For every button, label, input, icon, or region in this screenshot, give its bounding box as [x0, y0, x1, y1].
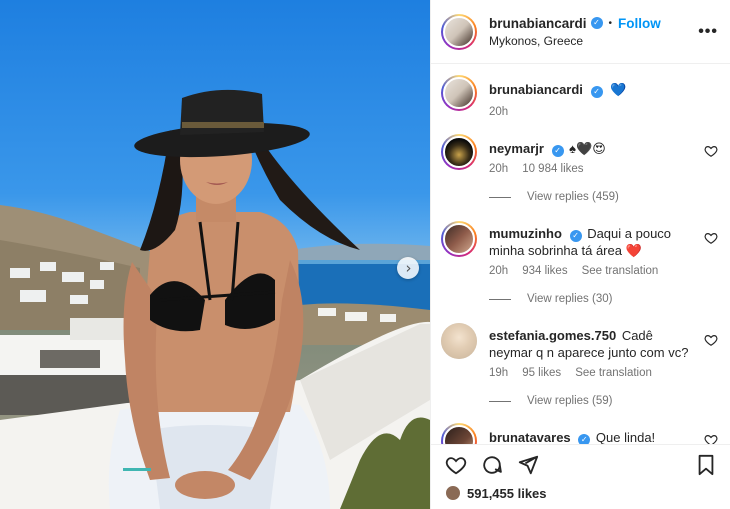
separator-dot: • — [608, 17, 613, 29]
verified-badge-icon: ✓ — [578, 434, 591, 444]
photo-illustration — [0, 89, 430, 509]
chevron-right-icon: › — [405, 258, 412, 277]
comment-item: brunatavares ✓ Que linda! — [441, 423, 720, 444]
like-comment-heart-icon[interactable] — [704, 144, 718, 158]
post-header: brunabiancardi ✓ • Follow Mykonos, Greec… — [431, 0, 730, 64]
save-bookmark-icon[interactable] — [696, 454, 716, 476]
comment-item: neymarjr ✓ ♠🖤😍 20h 10 984 likes — [441, 134, 720, 175]
comment-item: estefania.gomes.750 Cadê neymar q n apar… — [441, 323, 720, 379]
view-replies-button[interactable]: View replies (59) — [489, 395, 720, 407]
post-actions: 591,455 likes — [431, 444, 730, 509]
caption-text: 💙 — [610, 82, 627, 97]
verified-badge-icon: ✓ — [569, 230, 582, 242]
comment-likes[interactable]: 95 likes — [522, 367, 561, 379]
comment-text: Que linda! — [595, 430, 656, 444]
comment-username[interactable]: mumuzinho — [489, 226, 562, 241]
share-paper-plane-icon[interactable] — [517, 454, 539, 476]
caption-time[interactable]: 20h — [489, 106, 508, 118]
see-translation-link[interactable]: See translation — [582, 265, 659, 277]
comments-list[interactable]: brunabiancardi ✓ 💙 20h neymarjr ✓ ♠🖤😍 20… — [431, 65, 730, 444]
view-replies-button[interactable]: View replies (30) — [489, 293, 720, 305]
comment-item: mumuzinho ✓ Daqui a pouco minha sobrinha… — [441, 221, 720, 277]
comment-username[interactable]: neymarjr — [489, 141, 544, 156]
post-side-panel: brunabiancardi ✓ • Follow Mykonos, Greec… — [430, 0, 730, 509]
comment-username[interactable]: estefania.gomes.750 — [489, 328, 616, 343]
verified-badge-icon: ✓ — [590, 17, 603, 29]
post-location[interactable]: Mykonos, Greece — [489, 34, 698, 48]
comment-time[interactable]: 19h — [489, 367, 508, 379]
comment-text: ♠🖤😍 — [569, 141, 606, 156]
caption-username[interactable]: brunabiancardi — [489, 82, 583, 97]
next-photo-button[interactable]: › — [397, 257, 419, 279]
comment-username[interactable]: brunatavares — [489, 430, 571, 444]
caption-avatar[interactable] — [441, 75, 477, 111]
liker-avatar[interactable] — [445, 485, 461, 501]
comment-avatar[interactable] — [441, 423, 477, 444]
like-comment-heart-icon[interactable] — [704, 333, 718, 347]
comment-bubble-icon[interactable] — [481, 454, 503, 476]
verified-badge-icon: ✓ — [551, 145, 564, 157]
comment-avatar[interactable] — [441, 134, 477, 170]
follow-button[interactable]: Follow — [618, 16, 661, 31]
more-options-icon[interactable]: ••• — [698, 23, 718, 41]
comment-time[interactable]: 20h — [489, 163, 508, 175]
caption: brunabiancardi ✓ 💙 20h — [441, 75, 720, 118]
comment-likes[interactable]: 10 984 likes — [522, 163, 583, 175]
post-photo[interactable]: › — [0, 0, 430, 509]
post-viewer: › brunabiancardi ✓ • Follow Mykonos, Gre… — [0, 0, 730, 509]
like-heart-icon[interactable] — [445, 454, 467, 476]
author-avatar[interactable] — [441, 13, 477, 50]
verified-badge-icon: ✓ — [590, 86, 603, 98]
like-comment-heart-icon[interactable] — [704, 231, 718, 245]
comment-avatar[interactable] — [441, 221, 477, 257]
comment-avatar[interactable] — [441, 323, 477, 359]
author-username[interactable]: brunabiancardi — [489, 16, 587, 31]
comment-likes[interactable]: 934 likes — [522, 265, 567, 277]
comment-time[interactable]: 20h — [489, 265, 508, 277]
likes-count[interactable]: 591,455 likes — [467, 486, 547, 501]
see-translation-link[interactable]: See translation — [575, 367, 652, 379]
view-replies-button[interactable]: View replies (459) — [489, 191, 720, 203]
like-comment-heart-icon[interactable] — [704, 433, 718, 444]
